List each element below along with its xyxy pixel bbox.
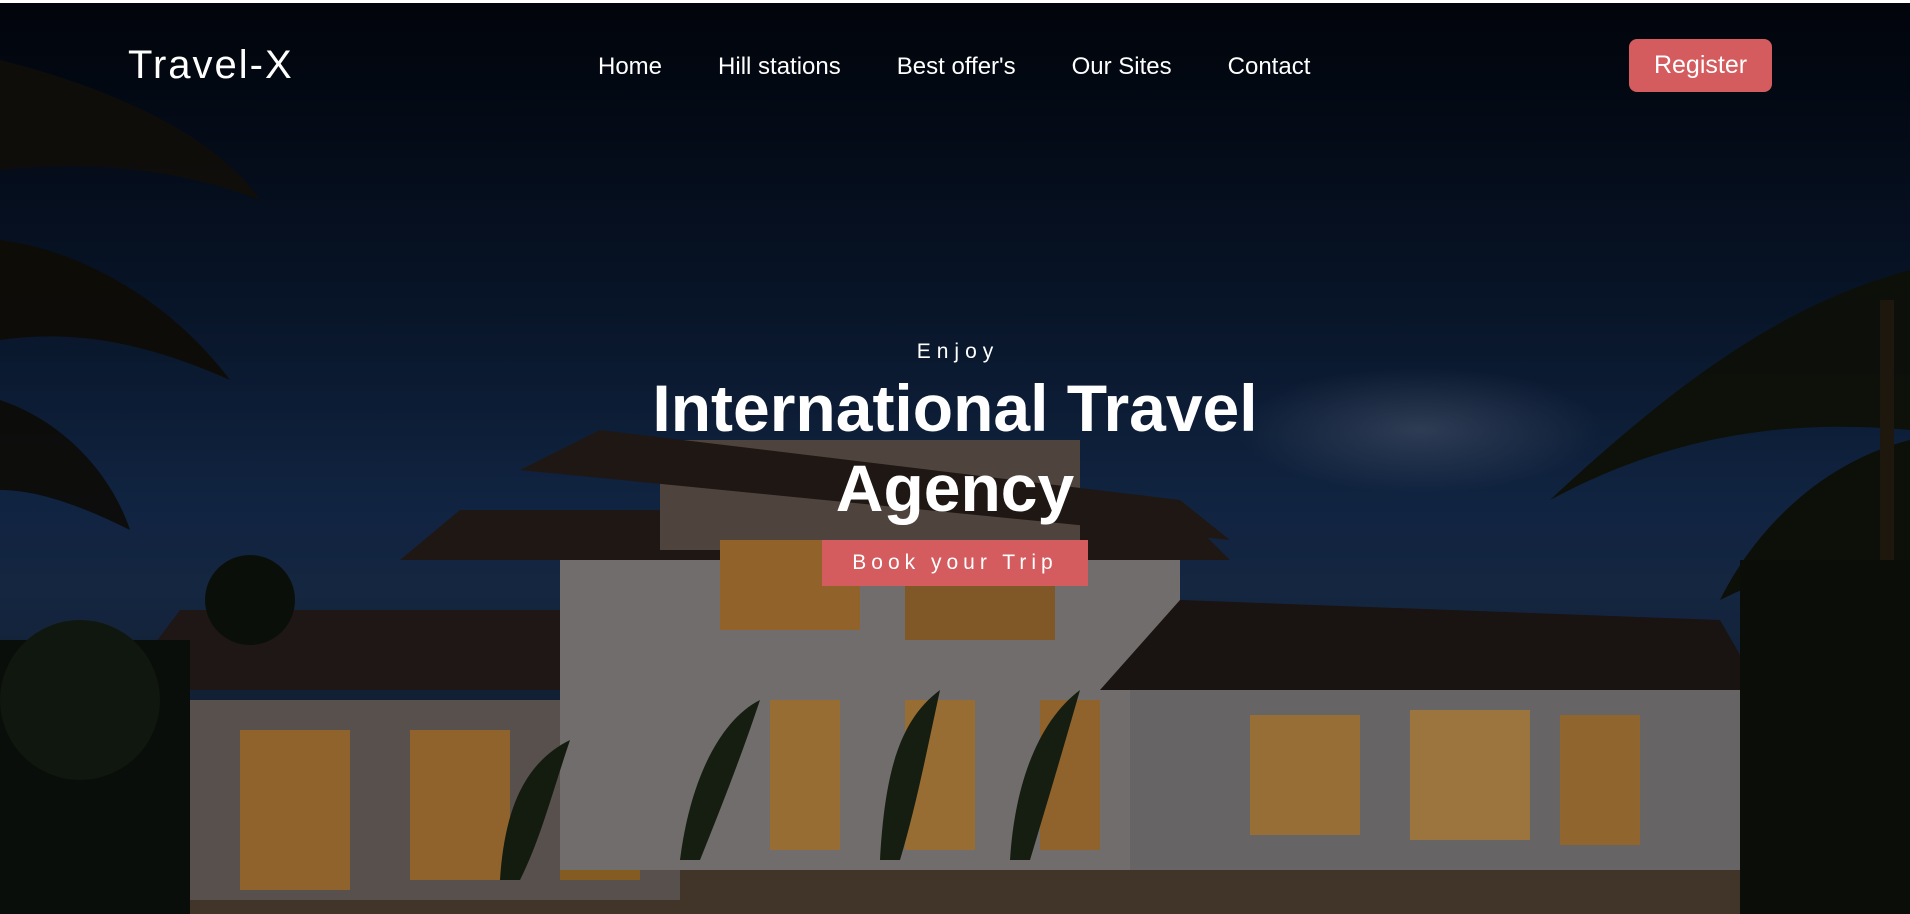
navbar: Travel-X Home Hill stations Best offer's…: [0, 3, 1910, 123]
nav-link-home[interactable]: Home: [598, 53, 662, 81]
register-button[interactable]: Register: [1629, 39, 1772, 92]
hero-content: Enjoy International Travel Agency Book y…: [0, 340, 1910, 586]
hero-eyebrow: Enjoy: [916, 340, 1000, 363]
nav-link-our-sites[interactable]: Our Sites: [1072, 53, 1172, 81]
nav-link-contact[interactable]: Contact: [1228, 53, 1311, 81]
nav-menu: Home Hill stations Best offer's Our Site…: [598, 53, 1366, 81]
hero-headline: International Travel Agency: [652, 371, 1258, 525]
nav-link-hill-stations[interactable]: Hill stations: [718, 53, 841, 81]
nav-link-best-offers[interactable]: Best offer's: [897, 53, 1016, 81]
site-logo[interactable]: Travel-X: [128, 43, 294, 88]
book-trip-button[interactable]: Book your Trip: [822, 540, 1088, 586]
